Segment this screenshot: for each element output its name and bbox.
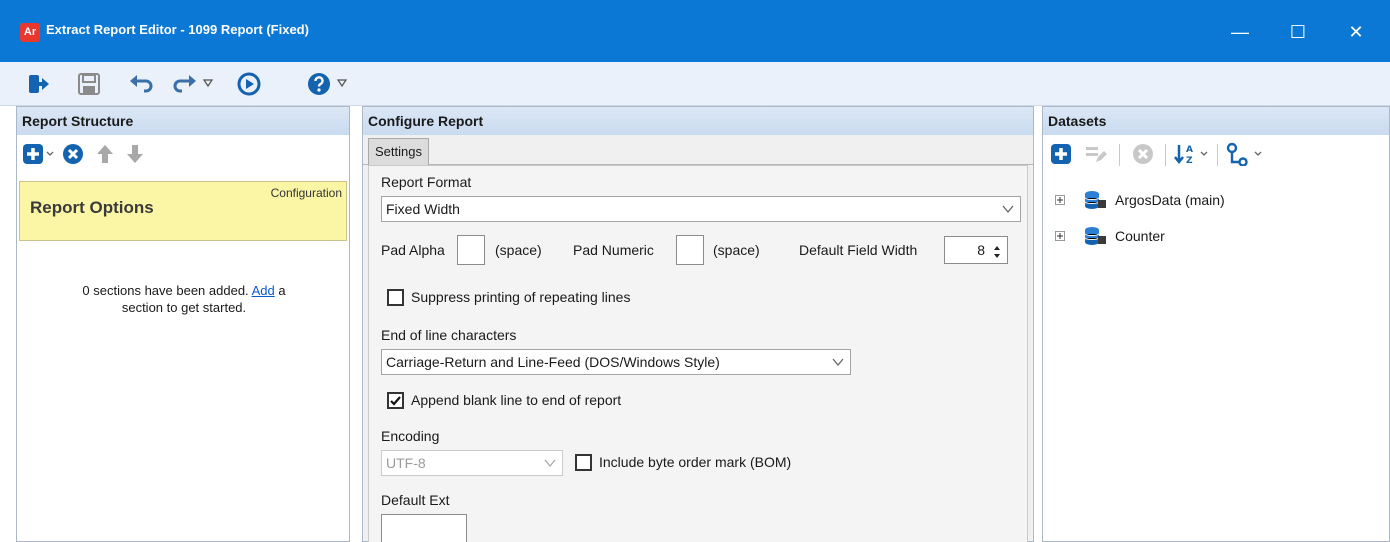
app-logo-icon: Ar xyxy=(20,23,40,42)
bom-checkbox[interactable] xyxy=(575,454,592,471)
maximize-button[interactable]: ☐ xyxy=(1275,12,1321,52)
configure-report-panel: Configure Report Settings Report Format … xyxy=(362,106,1034,542)
title-bar: Ar Extract Report Editor - 1099 Report (… xyxy=(0,0,1390,62)
report-options-title: Report Options xyxy=(30,198,154,217)
key-relation-icon[interactable] xyxy=(1225,142,1249,166)
move-down-icon[interactable] xyxy=(123,142,147,166)
eol-value: Carriage-Return and Line-Feed (DOS/Windo… xyxy=(386,354,720,370)
default-ext-input[interactable] xyxy=(381,514,467,542)
minimize-button[interactable]: — xyxy=(1217,12,1263,52)
suppress-repeating-checkbox[interactable] xyxy=(387,289,404,306)
eol-select[interactable]: Carriage-Return and Line-Feed (DOS/Windo… xyxy=(381,349,851,375)
report-format-label: Report Format xyxy=(381,174,472,190)
sort-az-icon[interactable]: AZ xyxy=(1173,142,1197,166)
default-ext-label: Default Ext xyxy=(381,492,450,508)
redo-dropdown-icon[interactable] xyxy=(203,78,213,88)
encoding-value: UTF-8 xyxy=(386,455,426,471)
toolbar-separator xyxy=(1217,144,1218,166)
configuration-tag: Configuration xyxy=(270,186,342,200)
empty-message-line2: section to get started. xyxy=(121,300,247,315)
datasets-panel: Datasets AZ ArgosData (main) Counter xyxy=(1042,106,1390,542)
exit-icon[interactable] xyxy=(26,71,52,97)
settings-form: Report Format Fixed Width Pad Alpha (spa… xyxy=(368,165,1028,542)
database-icon xyxy=(1083,226,1107,246)
expand-icon[interactable] xyxy=(1055,195,1065,205)
move-up-icon[interactable] xyxy=(93,142,117,166)
default-field-width-stepper[interactable]: 8 xyxy=(944,236,1008,264)
help-dropdown-icon[interactable] xyxy=(337,78,347,88)
configure-report-header: Configure Report xyxy=(363,107,1033,135)
svg-text:Z: Z xyxy=(1186,156,1193,166)
expand-icon[interactable] xyxy=(1055,231,1065,241)
undo-icon[interactable] xyxy=(128,71,154,97)
pad-alpha-hint: (space) xyxy=(495,242,542,258)
save-icon[interactable] xyxy=(76,71,102,97)
pad-alpha-input[interactable] xyxy=(457,235,485,265)
chevron-down-icon xyxy=(832,357,844,367)
pad-alpha-label: Pad Alpha xyxy=(381,242,445,258)
chevron-down-icon xyxy=(544,458,556,468)
redo-icon[interactable] xyxy=(172,71,198,97)
remove-section-icon[interactable] xyxy=(61,142,85,166)
database-icon xyxy=(1083,190,1107,210)
dataset-label: Counter xyxy=(1115,228,1165,244)
sort-dropdown-icon[interactable] xyxy=(1199,149,1209,159)
main-toolbar xyxy=(0,62,1390,106)
toolbar-separator xyxy=(1165,144,1166,166)
spin-arrows-icon[interactable] xyxy=(993,242,1001,258)
report-structure-header: Report Structure xyxy=(17,107,349,135)
report-structure-panel: Report Structure Report Options Configur… xyxy=(16,106,350,542)
report-structure-toolbar xyxy=(17,135,349,175)
remove-dataset-icon[interactable] xyxy=(1131,142,1155,166)
add-section-link[interactable]: Add xyxy=(252,283,275,298)
svg-text:A: A xyxy=(1186,145,1193,155)
empty-message-prefix: 0 sections have been added. xyxy=(82,283,249,298)
default-field-width-value: 8 xyxy=(977,242,985,258)
encoding-select[interactable]: UTF-8 xyxy=(381,450,563,476)
add-section-dropdown-icon[interactable] xyxy=(45,149,55,159)
pad-numeric-hint: (space) xyxy=(713,242,760,258)
pad-numeric-input[interactable] xyxy=(676,235,704,265)
report-options-card[interactable]: Report Options Configuration xyxy=(19,181,347,241)
empty-message-suffix: a xyxy=(278,283,286,298)
default-field-width-label: Default Field Width xyxy=(799,242,918,258)
tab-settings[interactable]: Settings xyxy=(368,138,429,166)
close-button[interactable]: ✕ xyxy=(1333,12,1379,52)
run-icon[interactable] xyxy=(236,71,262,97)
chevron-down-icon xyxy=(1002,204,1014,214)
append-blank-checkbox[interactable] xyxy=(387,392,404,409)
key-dropdown-icon[interactable] xyxy=(1253,149,1263,159)
report-format-value: Fixed Width xyxy=(386,201,460,217)
eol-label: End of line characters xyxy=(381,327,517,343)
encoding-label: Encoding xyxy=(381,428,440,444)
empty-sections-message: 0 sections have been added. Add a sectio… xyxy=(37,282,331,316)
append-blank-label: Append blank line to end of report xyxy=(411,392,622,408)
bom-label: Include byte order mark (BOM) xyxy=(599,454,792,470)
add-section-icon[interactable] xyxy=(21,142,45,166)
datasets-toolbar: AZ xyxy=(1043,135,1389,175)
edit-dataset-icon[interactable] xyxy=(1083,142,1107,166)
suppress-repeating-label: Suppress printing of repeating lines xyxy=(411,289,631,305)
toolbar-separator xyxy=(1119,144,1120,166)
settings-tab-strip: Settings xyxy=(363,135,1033,166)
pad-numeric-label: Pad Numeric xyxy=(573,242,654,258)
dataset-label: ArgosData (main) xyxy=(1115,192,1225,208)
report-format-select[interactable]: Fixed Width xyxy=(381,196,1021,222)
datasets-header: Datasets xyxy=(1043,107,1389,135)
add-dataset-icon[interactable] xyxy=(1049,142,1073,166)
window-title: Extract Report Editor - 1099 Report (Fix… xyxy=(46,22,309,37)
help-icon[interactable] xyxy=(306,71,332,97)
